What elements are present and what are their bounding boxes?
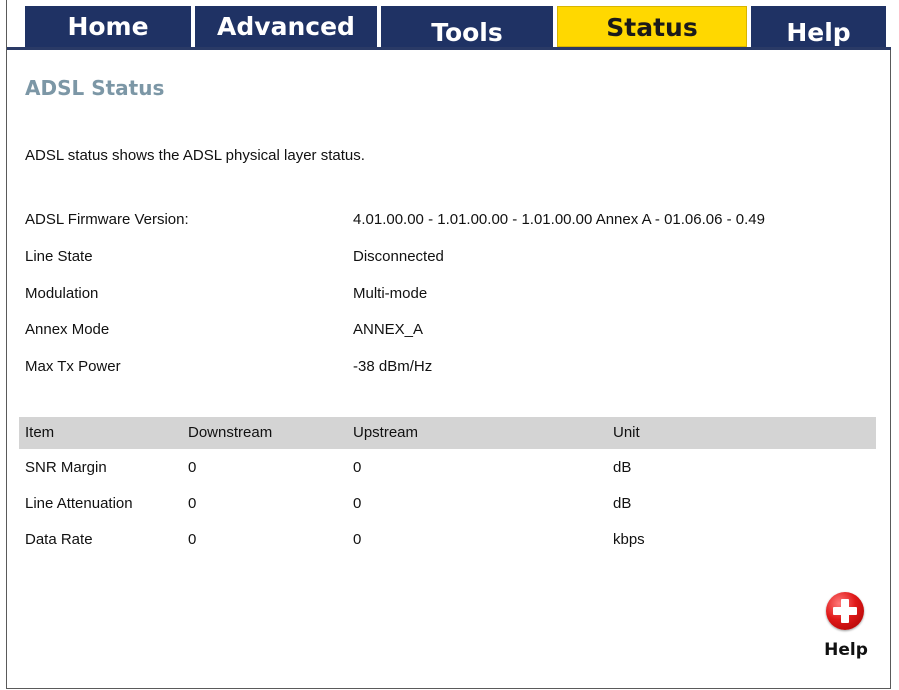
info-label: Max Tx Power — [25, 358, 121, 375]
page-description: ADSL status shows the ADSL physical laye… — [25, 147, 365, 164]
tab-home[interactable]: Home — [25, 6, 191, 47]
info-row-modulation: Modulation Multi-mode — [25, 285, 885, 309]
info-row-max-tx-power: Max Tx Power -38 dBm/Hz — [25, 358, 885, 382]
column-header-unit: Unit — [613, 424, 640, 441]
table-cell: 0 — [188, 459, 197, 476]
info-row-annex-mode: Annex Mode ANNEX_A — [25, 321, 885, 345]
info-value: ANNEX_A — [353, 321, 424, 338]
page-title: ADSL Status — [25, 76, 165, 100]
info-value: Disconnected — [353, 248, 444, 265]
table-cell: Line Attenuation — [25, 495, 133, 512]
info-label: Modulation — [25, 285, 99, 302]
column-header-upstream: Upstream — [353, 424, 419, 441]
info-value: Multi-mode — [353, 285, 428, 302]
table-cell: SNR Margin — [25, 459, 107, 476]
stats-table-header: Item Downstream Upstream Unit — [19, 417, 876, 449]
info-value: -38 dBm/Hz — [353, 358, 433, 375]
table-cell: Data Rate — [25, 531, 93, 548]
tab-status[interactable]: Status — [557, 6, 747, 47]
info-row-line-state: Line State Disconnected — [25, 248, 885, 272]
tab-advanced[interactable]: Advanced — [195, 6, 377, 47]
table-cell: kbps — [613, 531, 645, 548]
help-button[interactable]: Help — [818, 590, 874, 670]
info-row-firmware-version: ADSL Firmware Version: 4.01.00.00 - 1.01… — [25, 211, 885, 235]
table-cell: dB — [613, 459, 632, 476]
tab-help[interactable]: Help — [751, 6, 886, 47]
info-label: Annex Mode — [25, 321, 110, 338]
help-plus-icon — [826, 592, 864, 630]
info-value: 4.01.00.00 - 1.01.00.00 - 1.01.00.00 Ann… — [353, 211, 765, 228]
table-cell: dB — [613, 495, 632, 512]
help-button-label: Help — [824, 640, 868, 660]
column-header-item: Item — [25, 424, 55, 441]
table-row: SNR Margin 0 0 dB — [19, 454, 876, 486]
info-label: ADSL Firmware Version: — [25, 211, 189, 228]
table-cell: 0 — [188, 495, 197, 512]
table-cell: 0 — [353, 531, 362, 548]
tab-tools[interactable]: Tools — [381, 6, 553, 47]
table-row: Data Rate 0 0 kbps — [19, 526, 876, 558]
table-cell: 0 — [188, 531, 197, 548]
table-row: Line Attenuation 0 0 dB — [19, 490, 876, 522]
column-header-downstream: Downstream — [188, 424, 273, 441]
table-cell: 0 — [353, 459, 362, 476]
table-cell: 0 — [353, 495, 362, 512]
main-nav: Home Advanced Tools Status Help — [7, 0, 891, 50]
info-label: Line State — [25, 248, 93, 265]
